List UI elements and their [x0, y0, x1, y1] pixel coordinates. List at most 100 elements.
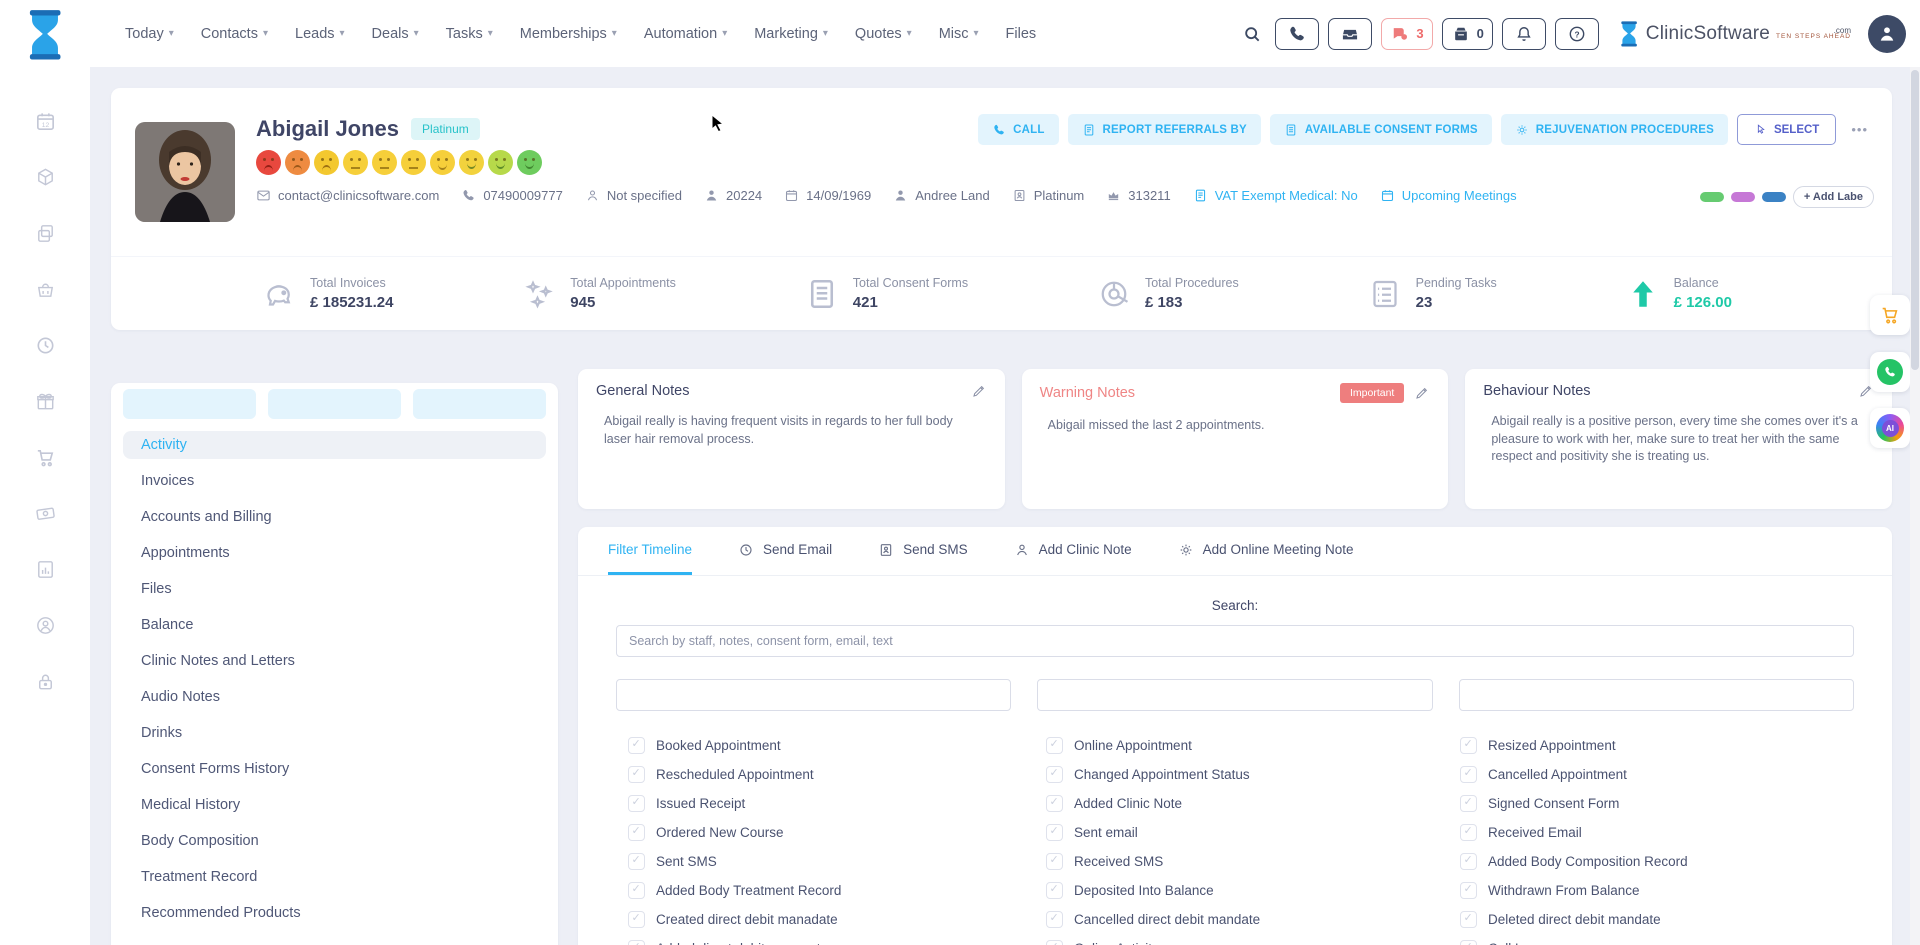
sidebar-menu-item[interactable]: Audio Notes	[123, 683, 546, 711]
cart-icon[interactable]	[34, 446, 57, 469]
sidebar-menu-item[interactable]: Drinks	[123, 719, 546, 747]
patient-photo[interactable]	[135, 122, 235, 222]
cube-icon[interactable]	[34, 166, 57, 189]
sidebar-menu-item[interactable]: Treatment Record	[123, 863, 546, 891]
checkbox[interactable]	[628, 737, 645, 754]
nav-item[interactable]: Misc	[939, 26, 979, 42]
floating-call-button[interactable]	[1870, 352, 1910, 392]
nav-item[interactable]: Contacts	[201, 26, 268, 42]
mood-emoji[interactable]	[343, 150, 368, 175]
event-filter-row[interactable]: Issued Receipt	[628, 795, 1046, 812]
sidebar-menu-item[interactable]: Recommended Products	[123, 899, 546, 927]
sidebar-menu-item[interactable]: Accounts and Billing	[123, 503, 546, 531]
nav-item[interactable]: Quotes	[855, 26, 912, 42]
event-filter-row[interactable]: Resized Appointment	[1460, 737, 1878, 754]
checkbox[interactable]	[628, 853, 645, 870]
header-action-button[interactable]: REPORT REFERRALS BY	[1068, 114, 1261, 145]
sidebar-menu-item[interactable]: Appointments	[123, 539, 546, 567]
money-icon[interactable]	[34, 502, 57, 525]
event-filter-row[interactable]: Deposited Into Balance	[1046, 882, 1460, 899]
mood-emoji[interactable]	[488, 150, 513, 175]
filter-input[interactable]	[1037, 679, 1432, 711]
event-filter-row[interactable]: Added Clinic Note	[1046, 795, 1460, 812]
sidebar-tab[interactable]	[413, 389, 546, 419]
sidebar-tab[interactable]	[268, 389, 401, 419]
help-button[interactable]	[1555, 18, 1599, 50]
checkbox[interactable]	[628, 940, 645, 945]
sidebar-menu-item[interactable]: Medical History	[123, 791, 546, 819]
nav-item[interactable]: Memberships	[520, 26, 617, 42]
mood-emoji[interactable]	[285, 150, 310, 175]
filter-input[interactable]	[1459, 679, 1854, 711]
sidebar-menu-item[interactable]: Files	[123, 575, 546, 603]
checkbox[interactable]	[1046, 882, 1063, 899]
sidebar-menu-item[interactable]: Activity	[123, 431, 546, 459]
chat-button[interactable]: 3	[1381, 18, 1432, 50]
checkbox[interactable]	[1046, 853, 1063, 870]
event-filter-row[interactable]: Deleted direct debit mandate	[1460, 911, 1878, 928]
event-filter-row[interactable]: Received SMS	[1046, 853, 1460, 870]
event-filter-row[interactable]: Created direct debit manadate	[628, 911, 1046, 928]
checkbox[interactable]	[1046, 824, 1063, 841]
mood-emoji[interactable]	[256, 150, 281, 175]
lock-icon[interactable]	[34, 670, 57, 693]
filter-input[interactable]	[616, 679, 1011, 711]
search-icon[interactable]	[1242, 24, 1262, 44]
event-filter-row[interactable]: Rescheduled Appointment	[628, 766, 1046, 783]
mood-emoji[interactable]	[314, 150, 339, 175]
gift-icon[interactable]	[34, 390, 57, 413]
contact-circle-icon[interactable]	[34, 614, 57, 637]
checkbox[interactable]	[1046, 766, 1063, 783]
scrollbar-thumb[interactable]	[1911, 70, 1919, 370]
checkbox[interactable]	[628, 795, 645, 812]
select-button[interactable]: SELECT	[1737, 114, 1836, 145]
event-filter-row[interactable]: Cancelled Appointment	[1460, 766, 1878, 783]
checkbox[interactable]	[1460, 882, 1477, 899]
pos-button[interactable]: 0	[1442, 18, 1493, 50]
checkbox[interactable]	[1046, 940, 1063, 945]
event-filter-row[interactable]: Ordered New Course	[628, 824, 1046, 841]
timeline-search-input[interactable]	[616, 625, 1854, 657]
mood-emoji[interactable]	[430, 150, 455, 175]
event-filter-row[interactable]: Added direct debit payment	[628, 940, 1046, 945]
sidebar-menu-item[interactable]: Invoices	[123, 467, 546, 495]
sidebar-menu-item[interactable]: Balance	[123, 611, 546, 639]
header-action-button[interactable]: REJUVENATION PROCEDURES	[1501, 114, 1728, 145]
checkbox[interactable]	[1460, 853, 1477, 870]
nav-item[interactable]: Files	[1006, 26, 1037, 42]
more-options-button[interactable]: •••	[1845, 121, 1874, 138]
history-icon[interactable]	[34, 334, 57, 357]
timeline-tab[interactable]: Add Clinic Note	[1014, 527, 1132, 575]
add-label-button[interactable]: + Add Labe	[1793, 186, 1874, 208]
sidebar-tab[interactable]	[123, 389, 256, 419]
mood-emoji[interactable]	[401, 150, 426, 175]
clinicsoftware-hourglass-logo[interactable]	[22, 8, 68, 62]
event-filter-row[interactable]: Withdrawn From Balance	[1460, 882, 1878, 899]
nav-item[interactable]: Today	[125, 26, 174, 42]
nav-item[interactable]: Marketing	[754, 26, 828, 42]
timeline-tab[interactable]: Send Email	[738, 527, 832, 575]
event-filter-row[interactable]: Online Activity	[1046, 940, 1460, 945]
event-filter-row[interactable]: Received Email	[1460, 824, 1878, 841]
nav-item[interactable]: Automation	[644, 26, 727, 42]
nav-item[interactable]: Deals	[372, 26, 419, 42]
checkbox[interactable]	[628, 882, 645, 899]
event-filter-row[interactable]: Changed Appointment Status	[1046, 766, 1460, 783]
timeline-tab[interactable]: Add Online Meeting Note	[1178, 527, 1354, 575]
sidebar-menu-item[interactable]: Body Composition	[123, 827, 546, 855]
floating-ai-button[interactable]: AI	[1870, 408, 1910, 448]
checkbox[interactable]	[628, 766, 645, 783]
event-filter-row[interactable]: Online Appointment	[1046, 737, 1460, 754]
basket-icon[interactable]	[34, 278, 57, 301]
checkbox[interactable]	[1460, 911, 1477, 928]
dialer-button[interactable]	[1275, 18, 1319, 50]
user-avatar-button[interactable]	[1868, 15, 1906, 53]
event-filter-row[interactable]: Sent email	[1046, 824, 1460, 841]
event-filter-row[interactable]: Booked Appointment	[628, 737, 1046, 754]
floating-cart-button[interactable]	[1870, 295, 1910, 335]
checkbox[interactable]	[628, 911, 645, 928]
report-icon[interactable]	[34, 558, 57, 581]
calendar-12-icon[interactable]	[34, 110, 57, 133]
checkbox[interactable]	[1046, 911, 1063, 928]
checkbox[interactable]	[1460, 795, 1477, 812]
